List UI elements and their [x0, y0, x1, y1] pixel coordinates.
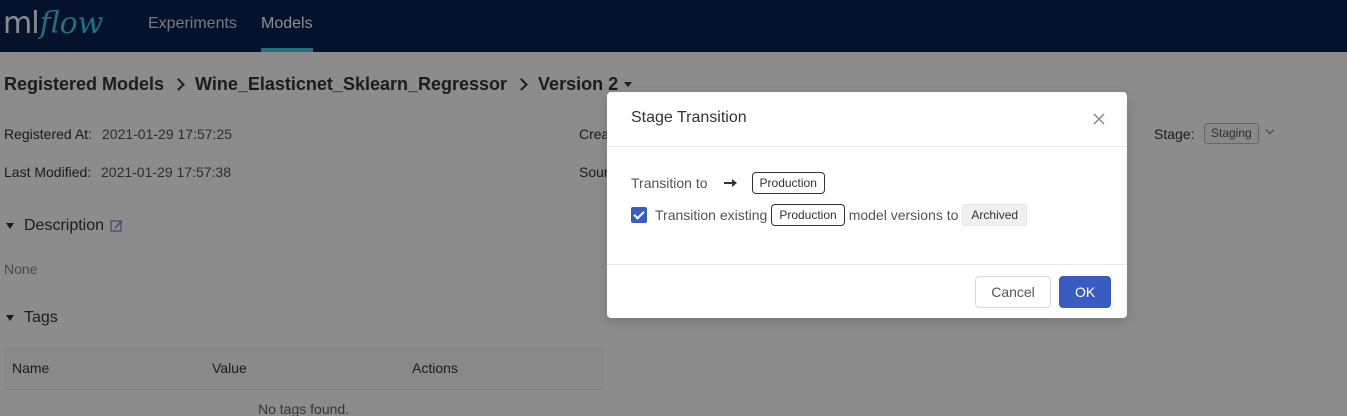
arrow-right-icon [723, 179, 737, 187]
modal-header: Stage Transition [607, 92, 1127, 147]
modal-title: Stage Transition [631, 109, 747, 126]
modal-footer: Cancel OK [607, 266, 1127, 318]
cancel-button[interactable]: Cancel [975, 276, 1051, 308]
ok-button[interactable]: OK [1059, 276, 1111, 308]
archive-existing-prefix[interactable]: Transition existing [655, 207, 767, 223]
existing-stage-tag: Production [771, 204, 845, 226]
archive-existing-row: Transition existing Production model ver… [631, 204, 1028, 226]
archived-stage-tag: Archived [962, 204, 1028, 226]
modal-mask-header [0, 0, 1347, 52]
modal-body: Transition to Production Transition exis… [607, 147, 1127, 265]
archive-existing-checkbox[interactable] [631, 207, 647, 223]
transition-to-label: Transition to [631, 175, 708, 191]
archive-existing-suffix[interactable]: model versions to [849, 207, 959, 223]
target-stage-tag: Production [751, 172, 825, 194]
transition-to-row: Transition to Production [631, 172, 825, 194]
close-icon[interactable] [1091, 111, 1107, 127]
stage-transition-modal: Stage Transition Transition to Productio… [607, 92, 1127, 318]
